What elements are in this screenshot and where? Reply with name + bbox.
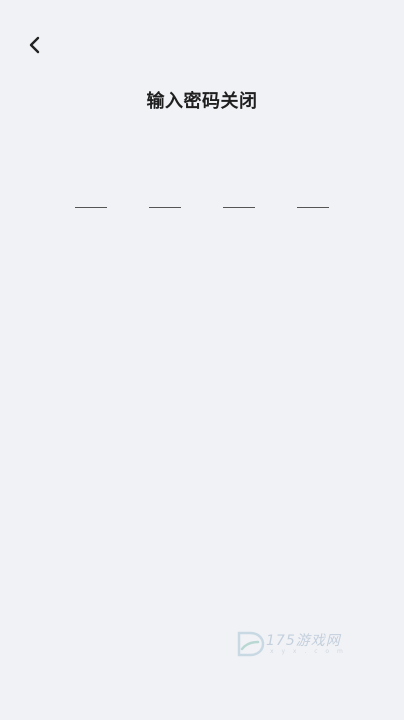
watermark-subtext: x y x . c o m (270, 648, 346, 655)
pin-slot-3[interactable] (223, 188, 255, 208)
pin-input[interactable] (0, 188, 404, 208)
pin-slot-4[interactable] (297, 188, 329, 208)
page-title: 输入密码关闭 (146, 91, 258, 112)
d-logo-icon (236, 630, 266, 658)
watermark: 175游戏网 x y x . c o m (236, 628, 358, 660)
watermark-text: 175游戏网 (266, 633, 341, 649)
back-button[interactable] (22, 34, 46, 60)
chevron-left-icon (28, 36, 40, 58)
pin-slot-2[interactable] (149, 188, 181, 208)
pin-slot-1[interactable] (75, 188, 107, 208)
